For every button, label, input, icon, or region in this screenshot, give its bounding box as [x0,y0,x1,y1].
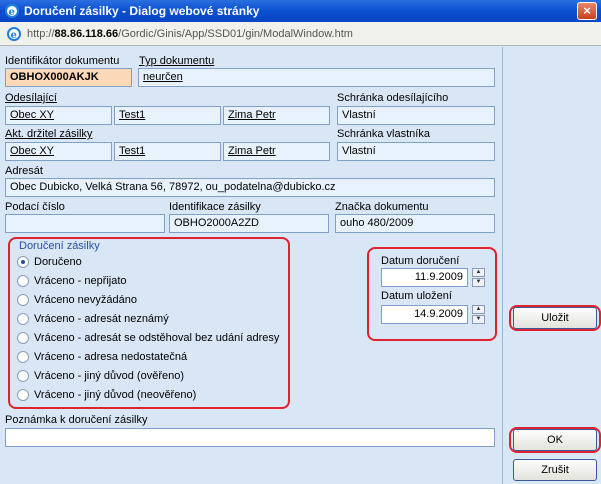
spin-up-icon[interactable]: ▲ [472,305,485,314]
delivery-option-label: Vráceno - nepřijato [34,275,127,287]
identifikator-label: Identifikátor dokumentu [5,55,120,67]
page-icon: e [7,27,21,41]
drzitel-field-2[interactable]: Test1 [114,142,221,161]
url-text: http://88.86.118.66/Gordic/Ginis/App/SSD… [27,28,353,40]
poznamka-label: Poznámka k doručení zásilky [5,414,148,426]
poznamka-field[interactable] [5,428,495,447]
radio-button[interactable] [17,351,29,363]
ulozit-button[interactable]: Uložit [513,307,597,329]
delivery-group-title: Doručení zásilky [19,240,100,252]
delivery-option-label: Vráceno - adresa nedostatečná [34,351,188,363]
url-path: /Gordic/Ginis/App/SSD01/gin/ModalWindow.… [118,28,353,40]
dialog-window: e Doručení zásilky - Dialog webové strán… [0,0,601,484]
svg-text:e: e [11,30,17,41]
svg-text:e: e [9,7,15,18]
delivery-option-label: Vráceno - adresát neznámý [34,313,169,325]
form-panel: Identifikátor dokumentu OBHOX000AKJK Typ… [0,47,503,484]
radio-button[interactable] [17,275,29,287]
adresat-label: Adresát [5,165,43,177]
datum-ulozeni-label: Datum uložení [381,290,452,302]
podaci-cislo-field[interactable] [5,214,165,233]
spin-down-icon[interactable]: ▼ [472,315,485,324]
datum-ulozeni-field[interactable]: 14.9.2009 [381,305,468,324]
znacka-dokumentu-field[interactable]: ouho 480/2009 [335,214,495,233]
delivery-option-label: Vráceno - jiný důvod (neověřeno) [34,389,197,401]
delivery-option-label: Vráceno - jiný důvod (ověřeno) [34,370,185,382]
url-host: 88.86.118.66 [54,28,119,40]
delivery-option-label: Vráceno nevyžádáno [34,294,137,306]
datum-doruceni-field[interactable]: 11.9.2009 [381,268,468,287]
drzitel-field-3[interactable]: Zima Petr [223,142,330,161]
delivery-option-label: Vráceno - adresát se odstěhoval bez udán… [34,332,280,344]
radio-button[interactable] [17,332,29,344]
datum-doruceni-label: Datum doručení [381,255,460,267]
schranka-vlastnika-label: Schránka vlastníka [337,128,430,140]
odesilajici-field-1[interactable]: Obec XY [5,106,112,125]
identifikator-field[interactable]: OBHOX000AKJK [5,68,132,87]
ie-icon: e [5,4,19,18]
delivery-option-label: Doručeno [34,256,82,268]
drzitel-field-1[interactable]: Obec XY [5,142,112,161]
title-bar[interactable]: e Doručení zásilky - Dialog webové strán… [0,0,601,22]
adresat-field[interactable]: Obec Dubicko, Velká Strana 56, 78972, ou… [5,178,495,197]
odesilajici-field-3[interactable]: Zima Petr [223,106,330,125]
znacka-dokumentu-label: Značka dokumentu [335,201,429,213]
odesilajici-label[interactable]: Odesílající [5,92,57,104]
ok-button[interactable]: OK [513,429,597,451]
schranka-vlastnika-field[interactable]: Vlastní [337,142,495,161]
datum-ulozeni-spinner[interactable]: ▲ ▼ [472,305,485,324]
window-title: Doručení zásilky - Dialog webové stránky [24,4,260,18]
podaci-cislo-label: Podací číslo [5,201,65,213]
identifikace-zasilky-label: Identifikace zásilky [169,201,261,213]
odesilajici-field-2[interactable]: Test1 [114,106,221,125]
zrusit-button[interactable]: Zrušit [513,459,597,481]
datum-doruceni-spinner[interactable]: ▲ ▼ [472,268,485,287]
radio-button[interactable] [17,313,29,325]
schranka-odesilajiciho-label: Schránka odesílajícího [337,92,449,104]
schranka-odesilajiciho-field[interactable]: Vlastní [337,106,495,125]
url-prefix: http:// [27,28,55,40]
typ-dokumentu-field[interactable]: neurčen [138,68,495,87]
address-bar: e http://88.86.118.66/Gordic/Ginis/App/S… [0,22,601,46]
radio-button[interactable] [17,370,29,382]
radio-button[interactable] [17,256,29,268]
spin-down-icon[interactable]: ▼ [472,278,485,287]
typ-dokumentu-label[interactable]: Typ dokumentu [139,55,214,67]
identifikace-zasilky-field[interactable]: OBHO2000A2ZD [169,214,329,233]
close-button[interactable]: × [577,2,597,20]
spin-up-icon[interactable]: ▲ [472,268,485,277]
radio-button[interactable] [17,389,29,401]
radio-button[interactable] [17,294,29,306]
drzitel-label[interactable]: Akt. držitel zásilky [5,128,92,140]
button-panel: Uložit OK Zrušit [504,47,601,484]
